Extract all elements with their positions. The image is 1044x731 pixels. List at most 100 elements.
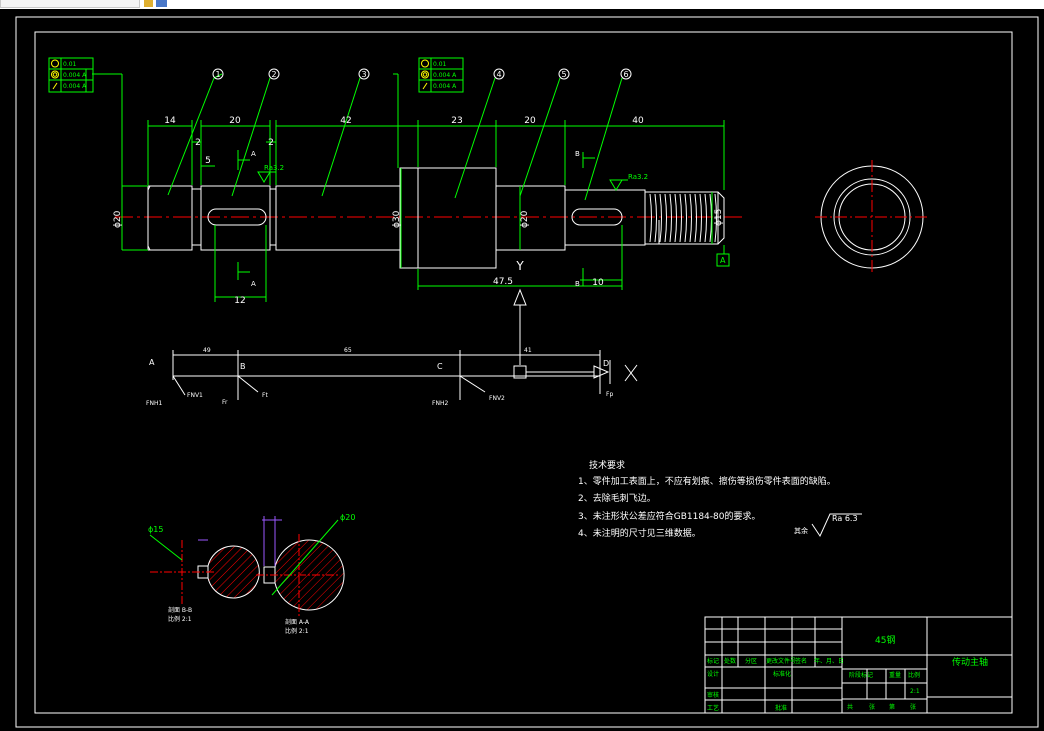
aa-title: 剖面 A-A bbox=[285, 618, 310, 626]
section-b-bottom: B bbox=[575, 280, 580, 288]
balloon-4-label: 4 bbox=[496, 70, 501, 79]
section-bb: ϕ15 剖面 B-B 比例 2:1 bbox=[148, 525, 260, 623]
command-input[interactable] bbox=[0, 0, 140, 8]
tb-sheets: 共 bbox=[847, 703, 853, 711]
tol-mid-1: 0.01 bbox=[433, 61, 447, 68]
thread-line bbox=[699, 193, 702, 243]
tb-check: 审核 bbox=[707, 691, 719, 699]
roughness-1: Ra3.2 bbox=[264, 164, 284, 172]
tolerance-frame-left: 0.01 0.004 A 0.004 A bbox=[48, 57, 94, 93]
beam-l3: 41 bbox=[524, 347, 532, 354]
tolerance-frame-mid: 0.01 0.004 A 0.004 A bbox=[418, 57, 464, 93]
tb-marks: 标记 bbox=[707, 657, 719, 665]
thread-line bbox=[664, 193, 667, 243]
tol-mid-3: 0.004 A bbox=[433, 83, 457, 90]
tb-count: 处数 bbox=[724, 657, 736, 665]
beam-diagram bbox=[172, 350, 638, 400]
top-toolbar bbox=[0, 0, 1044, 9]
bb-scale: 比例 2:1 bbox=[168, 615, 192, 623]
thread-line bbox=[694, 193, 697, 243]
tol-mid-2: 0.004 A bbox=[433, 72, 457, 79]
dim-20b: 20 bbox=[524, 116, 536, 126]
tb-stage: 阶段标记 bbox=[849, 671, 873, 679]
dim-42: 42 bbox=[340, 116, 351, 126]
thread-line bbox=[659, 193, 662, 243]
tb-craft: 工艺 bbox=[707, 704, 719, 712]
tol-left-1: 0.01 bbox=[63, 61, 77, 68]
tb-sheet-no: 张 bbox=[869, 703, 875, 711]
tb-scale: 比例 bbox=[908, 671, 920, 679]
tech-ra: Ra 6.3 bbox=[832, 514, 858, 523]
beam-f1: FNH1 bbox=[146, 400, 162, 407]
view-y-label: Y bbox=[515, 259, 524, 273]
roughness-2: Ra3.2 bbox=[628, 173, 648, 181]
dim-40: 40 bbox=[632, 116, 644, 126]
tech-item-3: 3、未注形状公差应符合GB1184-80的要求。 bbox=[578, 510, 760, 522]
datum-box: A bbox=[716, 253, 730, 267]
dim-14: 14 bbox=[164, 116, 176, 126]
phi-15: ϕ15 bbox=[714, 209, 724, 226]
tb-weight: 重量 bbox=[889, 671, 901, 679]
thread-line bbox=[679, 193, 682, 243]
beam-d: D bbox=[603, 359, 609, 368]
dim-47: 47.5 bbox=[493, 277, 513, 287]
section-a-bottom: A bbox=[251, 280, 256, 288]
tb-doc: 更改文件号 bbox=[766, 657, 796, 665]
dim-20a: 20 bbox=[229, 116, 241, 126]
thread-line bbox=[674, 193, 677, 243]
beam-l2: 65 bbox=[344, 347, 352, 354]
layer-icon[interactable] bbox=[156, 0, 167, 7]
tb-material: 45钢 bbox=[875, 634, 895, 646]
beam-f5: FNH2 bbox=[432, 400, 448, 407]
beam-f7: Fp bbox=[606, 391, 613, 398]
dim-12: 12 bbox=[234, 296, 245, 306]
tb-scale-val: 2:1 bbox=[910, 688, 920, 695]
tb-of: 第 bbox=[889, 703, 895, 711]
beam-f6: FNV2 bbox=[489, 395, 505, 402]
bb-title: 剖面 B-B bbox=[168, 606, 192, 614]
phi-30: ϕ30 bbox=[392, 210, 402, 228]
section-aa: ϕ20 剖面 A-A 比例 2:1 bbox=[256, 513, 355, 635]
beam-f3: Fr bbox=[222, 399, 228, 406]
tech-item-4: 4、未注明的尺寸见三维数据。 bbox=[578, 527, 701, 539]
end-view bbox=[815, 160, 929, 274]
balloon-5-label: 5 bbox=[561, 70, 566, 79]
phi-20a: ϕ20 bbox=[113, 210, 123, 228]
beam-b: B bbox=[240, 362, 246, 371]
tech-item-2: 2、去除毛刺飞边。 bbox=[578, 492, 656, 504]
thread-line bbox=[689, 193, 692, 243]
tb-approve: 批准 bbox=[775, 704, 787, 712]
dim-2a: 2 bbox=[195, 138, 201, 148]
section-b-top: B bbox=[575, 150, 580, 158]
tol-left-2: 0.004 A bbox=[63, 72, 87, 79]
phi-20b: ϕ20 bbox=[520, 210, 530, 228]
view-x-label: X bbox=[640, 364, 641, 366]
beam-f2: FNV1 bbox=[187, 392, 203, 399]
aa-dim: ϕ20 bbox=[340, 513, 355, 522]
bb-dim: ϕ15 bbox=[148, 525, 163, 534]
tech-item-1: 1、零件加工表面上，不应有划痕、擦伤等损伤零件表面的缺陷。 bbox=[578, 475, 836, 487]
beam-c: C bbox=[437, 362, 443, 371]
tb-name: 传动主轴 bbox=[952, 656, 988, 668]
tb-page: 张 bbox=[910, 703, 916, 711]
shaft-view bbox=[115, 167, 745, 269]
balloon-1-label: 1 bbox=[215, 70, 220, 79]
beam-l1: 49 bbox=[203, 347, 211, 354]
aa-scale: 比例 2:1 bbox=[285, 627, 309, 635]
thread-line bbox=[709, 193, 712, 243]
dim-5: 5 bbox=[205, 156, 211, 166]
dim-10: 10 bbox=[592, 278, 604, 288]
dim-2b: 2 bbox=[268, 138, 274, 148]
balloon-2-label: 2 bbox=[271, 70, 276, 79]
balloon-6-label: 6 bbox=[623, 70, 628, 79]
thread-line bbox=[649, 193, 652, 243]
folder-icon[interactable] bbox=[144, 0, 153, 7]
thread-line bbox=[654, 193, 657, 243]
beam-a: A bbox=[149, 358, 155, 367]
thread-line bbox=[704, 193, 707, 243]
cad-drawing: 1 2 3 4 5 6 14 20 42 23 20 40 2 5 2 12 4… bbox=[15, 16, 1039, 728]
tb-design: 设计 bbox=[707, 670, 719, 678]
thread-line bbox=[684, 193, 687, 243]
section-a-top: A bbox=[251, 150, 256, 158]
tol-left-3: 0.004 A bbox=[63, 83, 87, 90]
